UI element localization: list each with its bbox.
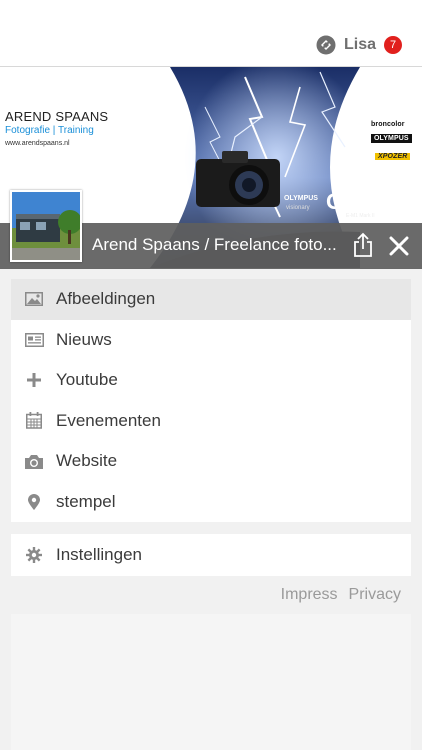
news-icon: [24, 330, 44, 350]
gear-icon: [24, 545, 44, 565]
camera-brand: OLYMPUS: [284, 195, 318, 202]
sponsor-xpozer: XPOZER: [375, 153, 411, 160]
menu-item-youtube[interactable]: Youtube: [11, 360, 411, 401]
privacy-link[interactable]: Privacy: [349, 586, 401, 604]
banner-title: AREND SPAANS: [5, 109, 109, 124]
menu-item-afbeeldingen[interactable]: Afbeeldingen: [11, 279, 411, 320]
banner-url: www.arendspaans.nl: [5, 140, 70, 147]
profile-title: Arend Spaans / Freelance foto...: [92, 235, 337, 254]
location-pin-icon: [24, 492, 44, 512]
settings-section: Instellingen: [11, 534, 411, 576]
app-logo-icon: [316, 35, 336, 55]
menu-item-label: stempel: [56, 491, 116, 511]
footer-links: Impress Privacy: [281, 586, 401, 604]
menu-item-evenementen[interactable]: Evenementen: [11, 401, 411, 442]
menu-list: Afbeeldingen Nieuws Youtube Evenementen …: [11, 279, 411, 522]
camera-icon: [24, 451, 44, 471]
plus-icon: [24, 370, 44, 390]
image-icon: [24, 289, 44, 309]
sponsor-olympus: OLYMPUS: [371, 134, 412, 143]
profile-avatar[interactable]: [10, 190, 82, 262]
avatar-image: [12, 192, 80, 260]
menu-item-label: Website: [56, 451, 118, 471]
empty-content-area: [11, 614, 411, 750]
menu-item-label: Youtube: [56, 370, 118, 390]
calendar-icon: [24, 411, 44, 431]
top-bar: Lisa 7: [0, 0, 422, 67]
menu-item-label: Nieuws: [56, 329, 112, 349]
menu-item-instellingen[interactable]: Instellingen: [11, 534, 411, 576]
user-name[interactable]: Lisa: [344, 36, 376, 54]
menu-item-label: Instellingen: [56, 545, 143, 564]
share-icon[interactable]: [350, 232, 376, 258]
menu-item-nieuws[interactable]: Nieuws: [11, 320, 411, 361]
impress-link[interactable]: Impress: [281, 586, 338, 604]
menu-item-label: Evenementen: [56, 410, 161, 430]
sponsor-broncolor: broncolor: [371, 121, 405, 128]
menu-item-label: Afbeeldingen: [56, 289, 156, 309]
menu-item-stempel[interactable]: stempel: [11, 482, 411, 523]
camera-model: OM-D: [326, 189, 382, 214]
camera-model-sub: E-M1 Mark II: [346, 213, 375, 219]
menu-item-website[interactable]: Website: [11, 441, 411, 482]
camera-tagline: visionary: [286, 205, 310, 211]
close-icon[interactable]: [388, 235, 410, 257]
banner-subtitle: Fotografie | Training: [5, 125, 94, 136]
notification-badge[interactable]: 7: [384, 36, 402, 54]
user-menu[interactable]: Lisa 7: [316, 33, 402, 57]
